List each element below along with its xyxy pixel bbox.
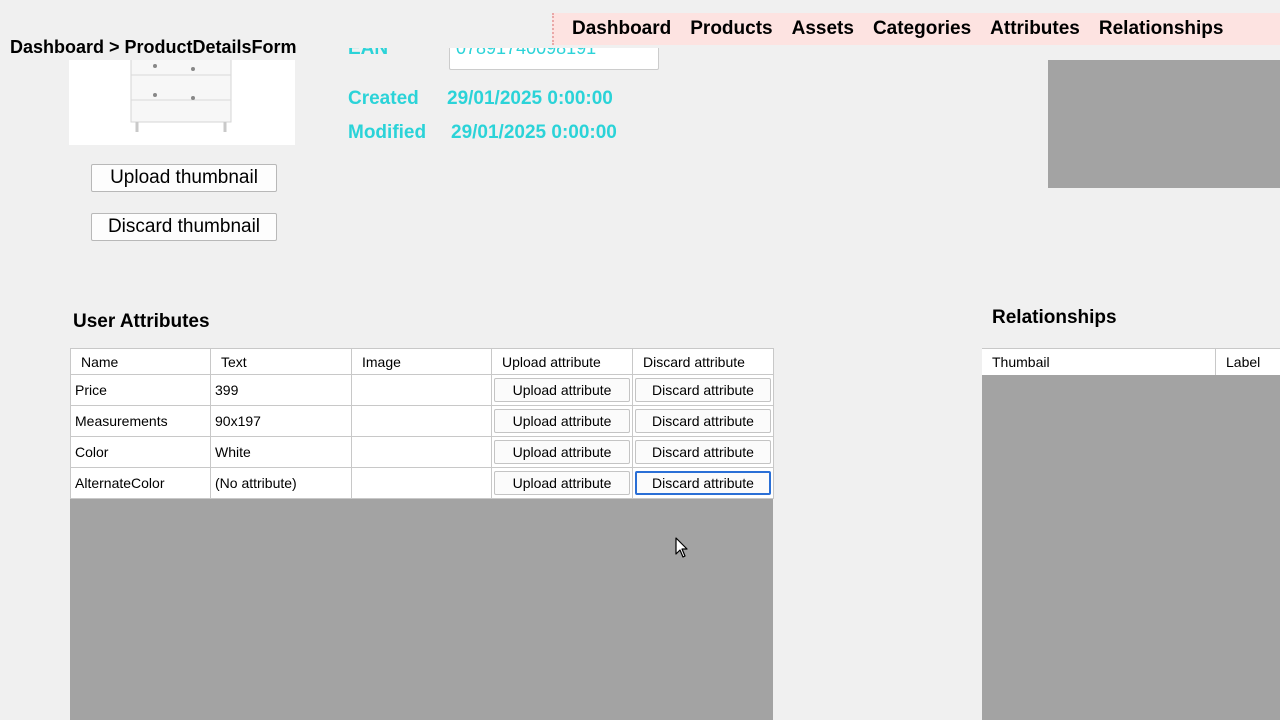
column-header-label[interactable]: Label (1216, 349, 1280, 375)
attribute-text-cell[interactable]: White (210, 436, 352, 468)
relationships-grid: Thumbail Label (982, 348, 1280, 720)
upload-attribute-button[interactable]: Upload attribute (494, 409, 630, 433)
user-attributes-title: User Attributes (73, 311, 210, 332)
grid-header-row: Name Text Image Upload attribute Discard… (70, 348, 774, 375)
attribute-name-cell[interactable]: Price (70, 374, 211, 406)
relationships-header-row: Thumbail Label (982, 348, 1280, 375)
attribute-name-cell[interactable]: AlternateColor (70, 467, 211, 499)
relationships-title: Relationships (992, 307, 1117, 328)
attribute-text-cell[interactable]: 90x197 (210, 405, 352, 437)
attribute-text-cell[interactable]: (No attribute) (210, 467, 352, 499)
column-header-thumbnail[interactable]: Thumbail (982, 349, 1216, 375)
upload-attribute-button[interactable]: Upload attribute (494, 471, 630, 495)
discard-attribute-button[interactable]: Discard attribute (635, 471, 771, 495)
discard-attribute-button[interactable]: Discard attribute (635, 378, 771, 402)
discard-attribute-button[interactable]: Discard attribute (635, 409, 771, 433)
attribute-name-cell[interactable]: Color (70, 436, 211, 468)
upload-thumbnail-button[interactable]: Upload thumbnail (91, 164, 277, 192)
user-attributes-grid: Name Text Image Upload attribute Discard… (70, 348, 774, 720)
modified-label: Modified (348, 122, 427, 143)
image-preview-panel (1048, 60, 1280, 188)
table-row: Color White Upload attribute Discard att… (70, 436, 774, 468)
attribute-text-cell[interactable]: 399 (210, 374, 352, 406)
table-row: Measurements 90x197 Upload attribute Dis… (70, 405, 774, 437)
nav-assets[interactable]: Assets (792, 18, 854, 40)
attribute-name-cell[interactable]: Measurements (70, 405, 211, 437)
ean-label: EAN (348, 48, 389, 59)
dresser-image (130, 60, 232, 132)
column-header-discard[interactable]: Discard attribute (632, 348, 774, 375)
attribute-image-cell[interactable] (351, 374, 492, 406)
attribute-image-cell[interactable] (351, 405, 492, 437)
nav-relationships[interactable]: Relationships (1099, 18, 1224, 40)
discard-attribute-button[interactable]: Discard attribute (635, 440, 771, 464)
table-row: Price 399 Upload attribute Discard attri… (70, 374, 774, 406)
breadcrumb: Dashboard > ProductDetailsForm (10, 37, 297, 57)
column-header-image[interactable]: Image (351, 348, 492, 375)
product-thumbnail (69, 60, 295, 145)
nav-dashboard[interactable]: Dashboard (572, 18, 671, 40)
nav-categories[interactable]: Categories (873, 18, 971, 40)
modified-value: 29/01/2025 0:00:00 (451, 122, 617, 143)
ean-field[interactable]: 07891740098191 (449, 48, 659, 70)
discard-thumbnail-button[interactable]: Discard thumbnail (91, 213, 277, 241)
upload-attribute-button[interactable]: Upload attribute (494, 378, 630, 402)
attribute-image-cell[interactable] (351, 436, 492, 468)
top-nav: Dashboard Products Assets Categories Att… (552, 13, 1280, 45)
mouse-cursor-icon (675, 537, 688, 558)
column-header-text[interactable]: Text (210, 348, 352, 375)
upload-attribute-button[interactable]: Upload attribute (494, 440, 630, 464)
nav-products[interactable]: Products (690, 18, 772, 40)
table-row: AlternateColor (No attribute) Upload att… (70, 467, 774, 499)
nav-attributes[interactable]: Attributes (990, 18, 1080, 40)
attribute-image-cell[interactable] (351, 467, 492, 499)
created-value: 29/01/2025 0:00:00 (447, 88, 613, 109)
created-label: Created (348, 88, 419, 109)
ean-row: EAN 07891740098191 (348, 48, 668, 72)
column-header-name[interactable]: Name (70, 348, 211, 375)
column-header-upload[interactable]: Upload attribute (491, 348, 633, 375)
